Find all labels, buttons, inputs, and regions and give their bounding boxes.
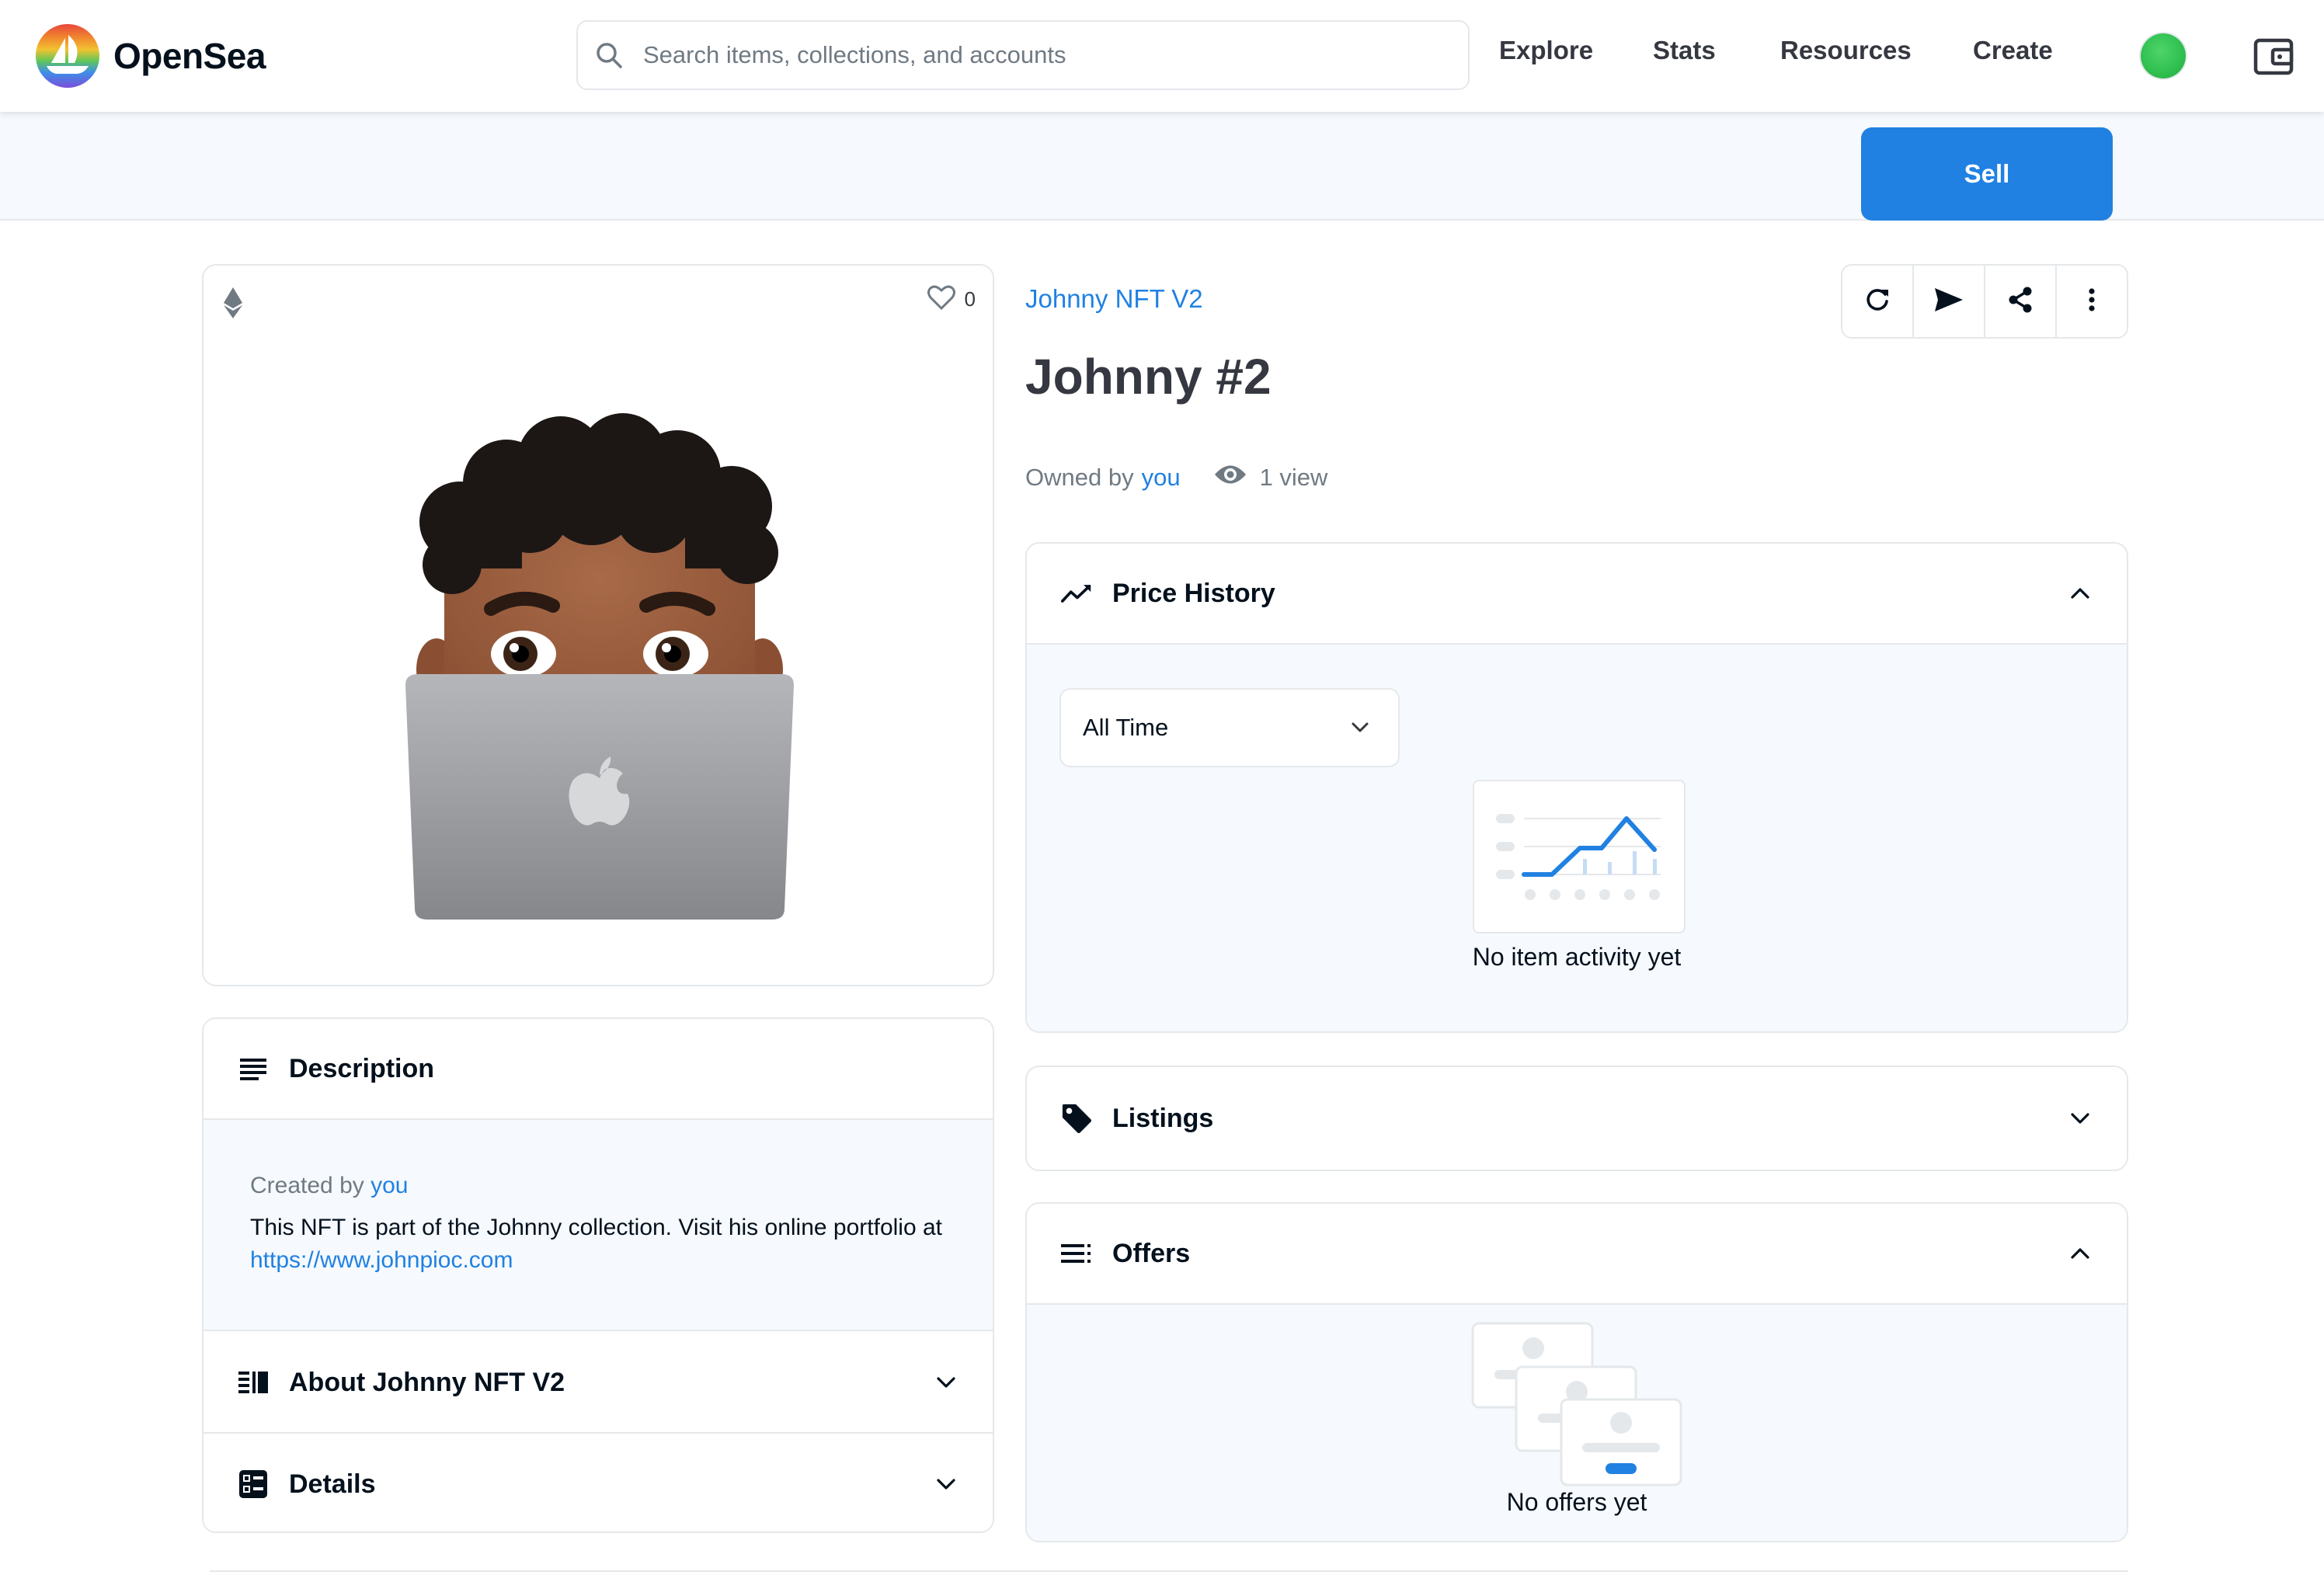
sell-button[interactable]: Sell [1861,127,2113,221]
view-count-text: 1 view [1259,464,1328,491]
nav-create[interactable]: Create [1973,36,2053,65]
price-history-header[interactable]: Price History [1027,544,2127,645]
price-history-card: Price History All Time No item activity … [1025,542,2128,1033]
description-paragraph: This NFT is part of the Johnny collectio… [250,1215,942,1240]
view-count: 1 view [1213,463,1328,492]
nav-explore[interactable]: Explore [1499,36,1593,65]
time-range-value: All Time [1083,714,1169,741]
refresh-icon [1864,287,1891,317]
offers-empty-text: No offers yet [1506,1488,1647,1516]
description-text: This NFT is part of the Johnny collectio… [250,1212,946,1277]
nft-media-card: 0 [202,264,994,986]
collection-link[interactable]: Johnny NFT V2 [1025,284,1203,314]
brand-name: OpenSea [113,36,266,76]
footer-divider [210,1570,2128,1572]
portfolio-link[interactable]: https://www.johnpioc.com [250,1247,513,1273]
offers-card: Offers No offers yet [1025,1202,2128,1542]
owner-line: Owned by you 1 view [1025,463,1327,492]
account-avatar-icon[interactable] [2141,33,2186,78]
refresh-metadata-button[interactable] [1842,266,1914,337]
more-options-button[interactable] [2057,266,2127,337]
wallet-icon[interactable] [2253,36,2294,78]
top-navigation: OpenSea Explore Stats Resources Create [0,0,2324,112]
favorite-count: 0 [964,287,976,311]
details-header[interactable]: Details [204,1434,993,1532]
item-action-bar: Sell [0,112,2324,221]
brand-logo-link[interactable]: OpenSea [36,23,266,89]
description-card: Description Created by you This NFT is p… [202,1017,994,1533]
offers-body: No offers yet [1027,1305,2127,1541]
offers-header[interactable]: Offers [1027,1204,2127,1305]
empty-chart-illustration [1473,780,1686,934]
transfer-icon [1933,287,1964,317]
created-by-line: Created by you [250,1173,946,1199]
search-input[interactable] [643,41,1420,69]
share-icon [2006,286,2034,318]
favorite-button[interactable]: 0 [927,284,976,315]
chevron-down-icon [934,1370,958,1395]
chevron-down-icon [934,1472,958,1497]
created-by-prefix: Created by [250,1173,364,1198]
time-range-select[interactable]: All Time [1059,688,1400,767]
description-header[interactable]: Description [204,1019,993,1120]
price-history-title: Price History [1112,578,1275,608]
chevron-up-icon [2068,1241,2093,1266]
price-history-body: All Time No item activity yet [1027,645,2127,1031]
heart-icon [927,284,955,315]
creator-link[interactable]: you [371,1173,408,1198]
owner-link[interactable]: you [1142,464,1181,492]
nav-stats[interactable]: Stats [1653,36,1716,65]
listings-header[interactable]: Listings [1027,1067,2127,1170]
owned-by-prefix: Owned by [1025,464,1134,491]
opensea-logo-icon [36,24,99,88]
details-title: Details [289,1469,376,1499]
offers-list-icon [1061,1238,1092,1269]
eye-icon [1213,463,1247,492]
more-options-icon [2088,287,2096,317]
price-history-empty-text: No item activity yet [1472,943,1682,971]
trending-up-icon [1061,578,1092,609]
listings-title: Listings [1112,1103,1214,1133]
search-icon [593,40,624,71]
details-grid-icon [238,1469,269,1500]
about-collection-header[interactable]: About Johnny NFT V2 [204,1333,993,1434]
chevron-up-icon [2068,581,2093,606]
share-button[interactable] [1985,266,2057,337]
search-bar[interactable] [576,20,1470,90]
text-lines-icon [238,1053,269,1084]
about-collection-title: About Johnny NFT V2 [289,1367,565,1397]
list-detail-icon [238,1367,269,1398]
nft-image[interactable] [390,398,809,926]
offers-title: Offers [1112,1238,1191,1268]
nav-resources[interactable]: Resources [1780,36,1912,65]
listings-card: Listings [1025,1066,2128,1171]
description-body: Created by you This NFT is part of the J… [204,1120,993,1331]
price-tag-icon [1061,1103,1092,1134]
ethereum-icon [224,287,242,318]
transfer-button[interactable] [1914,266,1985,337]
item-action-buttons [1841,264,2128,339]
empty-offers-illustration [1471,1322,1689,1488]
item-title: Johnny #2 [1025,349,1272,405]
description-title: Description [289,1053,435,1083]
chevron-down-icon [2068,1106,2093,1131]
chevron-down-icon [1348,716,1372,739]
